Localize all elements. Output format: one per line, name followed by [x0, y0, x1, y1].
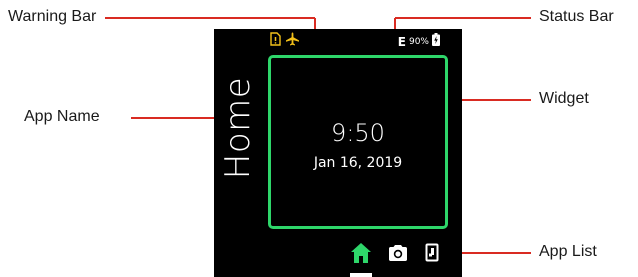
airplane-icon — [285, 32, 300, 51]
selected-indicator — [350, 273, 372, 277]
app-list — [348, 241, 448, 277]
callout-widget: Widget — [539, 90, 589, 107]
battery-percent: 90% — [408, 37, 429, 47]
device-screen: E 90% Home 9:50 Jan 16, 2019 — [214, 29, 462, 277]
widget-date: Jan 16, 2019 — [313, 155, 403, 171]
callout-warning-bar: Warning Bar — [8, 8, 97, 25]
clock-widget[interactable]: 9:50 Jan 16, 2019 — [268, 55, 448, 229]
device-icon[interactable] — [425, 243, 439, 267]
widget-time: 9:50 — [331, 119, 385, 147]
callout-status-bar: Status Bar — [539, 8, 614, 25]
callout-app-name: App Name — [24, 108, 100, 125]
app-name: Home — [214, 68, 262, 188]
camera-icon[interactable] — [389, 244, 407, 266]
app-name-label: Home — [218, 76, 258, 180]
callout-app-list: App List — [539, 243, 597, 260]
status-bar: E 90% — [398, 33, 440, 51]
warning-bar — [269, 32, 300, 51]
sim-warning-icon — [269, 32, 282, 51]
network-e-icon: E — [397, 35, 406, 49]
home-icon[interactable] — [350, 242, 372, 269]
battery-icon — [432, 33, 440, 51]
